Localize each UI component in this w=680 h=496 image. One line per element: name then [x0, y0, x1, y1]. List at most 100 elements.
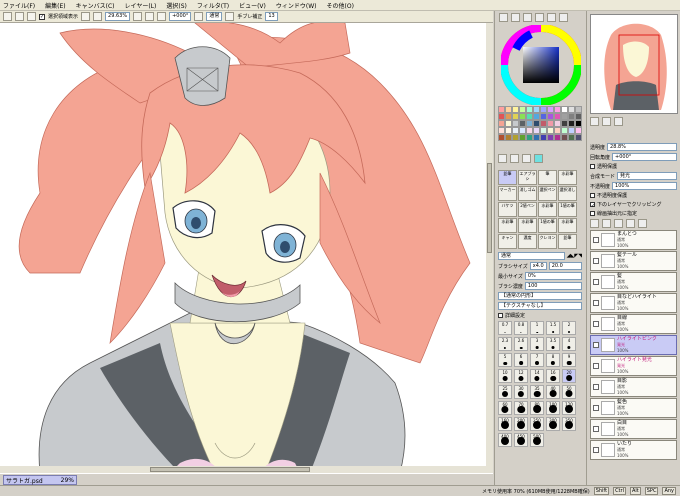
tool-button[interactable]: 2値ペン — [518, 202, 537, 217]
scroll-thumb[interactable] — [150, 467, 310, 472]
brush-size-preset[interactable]: 350 — [562, 417, 576, 431]
color-swatch[interactable] — [540, 134, 547, 141]
line-source-checkbox[interactable] — [590, 211, 595, 216]
color-swatch[interactable] — [533, 106, 540, 113]
color-swatch[interactable] — [512, 106, 519, 113]
brush-size-preset[interactable]: 60 — [498, 401, 512, 415]
brush-size-preset[interactable]: 8 — [546, 353, 560, 367]
layer-item[interactable]: まんとつ 通常 100% — [590, 230, 677, 250]
brush-size-preset[interactable]: 9 — [562, 353, 576, 367]
delete-layer-icon[interactable] — [626, 219, 635, 228]
merge-layer-icon[interactable] — [638, 219, 647, 228]
brush-size-preset[interactable]: 0.8 — [514, 321, 528, 335]
color-swatch[interactable] — [526, 120, 533, 127]
eye-icon[interactable] — [593, 447, 599, 453]
menu-item[interactable]: ウィンドウ(W) — [276, 1, 317, 10]
brush-size-preset[interactable]: 25 — [498, 385, 512, 399]
layer-item[interactable]: いたり 通常 100% — [590, 440, 677, 460]
eye-icon[interactable] — [593, 405, 599, 411]
redo-button[interactable] — [15, 12, 24, 21]
canvas-horizontal-scrollbar[interactable] — [0, 466, 486, 473]
color-swatch[interactable] — [575, 106, 582, 113]
eye-icon[interactable] — [593, 342, 599, 348]
primary-color-icon[interactable] — [534, 154, 543, 163]
tool-button[interactable]: バケツ — [498, 202, 517, 217]
brush-size-preset[interactable]: 30 — [514, 385, 528, 399]
brush-size-preset[interactable]: 4 — [562, 337, 576, 351]
texture-select-2[interactable]: 【テクスチャなし】 — [498, 302, 582, 310]
document-tab[interactable]: サラトガ.psd 29% — [3, 475, 77, 485]
tool-button[interactable]: 選択消し — [558, 186, 577, 201]
swatch-tab-icon[interactable] — [547, 13, 556, 22]
color-swatch[interactable] — [568, 127, 575, 134]
canvas-vertical-scrollbar[interactable] — [486, 23, 493, 473]
tool-button[interactable]: 1値の筆 — [558, 202, 577, 217]
brush-size-preset[interactable]: 300 — [546, 417, 560, 431]
deselect-button[interactable] — [27, 12, 36, 21]
color-swatch[interactable] — [568, 113, 575, 120]
brush-size-value[interactable]: 20.0 — [548, 262, 582, 270]
layer-item[interactable]: 目線 通常 100% — [590, 314, 677, 334]
tool-button[interactable]: 鉛筆 — [558, 234, 577, 249]
color-swatch[interactable] — [512, 120, 519, 127]
rotate-right-button[interactable] — [157, 12, 167, 21]
stabilizer-select[interactable]: 13 — [265, 12, 278, 21]
color-swatch[interactable] — [547, 113, 554, 120]
eye-icon[interactable] — [593, 258, 599, 264]
transparency-protect-checkbox[interactable] — [590, 164, 595, 169]
color-swatch[interactable] — [547, 106, 554, 113]
zoom-in-icon[interactable] — [602, 117, 611, 126]
navigator-preview[interactable] — [590, 14, 678, 114]
color-swatch[interactable] — [554, 106, 561, 113]
rotate-left-button[interactable] — [145, 12, 155, 21]
color-swatch[interactable] — [533, 113, 540, 120]
menu-item[interactable]: 選択(S) — [166, 1, 187, 10]
clipping-checkbox[interactable]: ✓ — [590, 202, 595, 209]
opacity-slider[interactable]: 28.8% — [607, 143, 677, 151]
detail-toggle[interactable] — [498, 313, 503, 318]
color-swatch[interactable] — [526, 127, 533, 134]
color-swatch[interactable] — [554, 113, 561, 120]
brush-size-preset[interactable]: 400 — [498, 433, 512, 447]
zoom-field[interactable]: 29.63% — [105, 12, 131, 21]
tool-button[interactable]: エアブラシ — [518, 170, 537, 185]
color-swatch[interactable] — [512, 134, 519, 141]
brush-size-preset[interactable]: 3.5 — [546, 337, 560, 351]
color-swatch[interactable] — [519, 113, 526, 120]
color-swatch[interactable] — [519, 127, 526, 134]
color-swatch[interactable] — [512, 127, 519, 134]
new-linework-layer-icon[interactable] — [602, 219, 611, 228]
color-swatch[interactable] — [575, 113, 582, 120]
tool-button[interactable]: 水彩筆 — [558, 170, 577, 185]
flip-button[interactable] — [225, 12, 235, 21]
tool-button[interactable]: 筆 — [538, 170, 557, 185]
tool-button[interactable]: 消しゴム — [518, 186, 537, 201]
color-swatch[interactable] — [498, 127, 505, 134]
scratchpad-tab-icon[interactable] — [559, 13, 568, 22]
color-swatch[interactable] — [519, 120, 526, 127]
tool-button[interactable]: クレヨン — [538, 234, 557, 249]
color-box-tab-icon[interactable] — [535, 13, 544, 22]
color-swatch[interactable] — [575, 134, 582, 141]
hsv-slider-tab-icon[interactable] — [523, 13, 532, 22]
zoom-out-icon[interactable] — [590, 117, 599, 126]
layer-item[interactable]: 目などハイライト 通常 100% — [590, 293, 677, 313]
color-swatch[interactable] — [561, 120, 568, 127]
color-swatch[interactable] — [498, 113, 505, 120]
layer-item[interactable]: 髪色 通常 100% — [590, 398, 677, 418]
eye-icon[interactable] — [593, 426, 599, 432]
color-swatch[interactable] — [561, 127, 568, 134]
eye-icon[interactable] — [593, 300, 599, 306]
menu-item[interactable]: ファイル(F) — [3, 1, 35, 10]
tool-button[interactable]: 水彩筆 — [538, 202, 557, 217]
undo-button[interactable] — [3, 12, 12, 21]
color-swatch[interactable] — [512, 113, 519, 120]
color-swatch[interactable] — [547, 120, 554, 127]
color-swatch[interactable] — [498, 134, 505, 141]
color-swatch[interactable] — [540, 120, 547, 127]
view-mode-select[interactable]: 通常 — [206, 12, 223, 21]
brush-size-preset[interactable]: 10 — [498, 369, 512, 383]
eyedropper-icon[interactable] — [498, 154, 507, 163]
rotate-icon[interactable] — [614, 117, 623, 126]
menu-item[interactable]: フィルタ(T) — [197, 1, 229, 10]
